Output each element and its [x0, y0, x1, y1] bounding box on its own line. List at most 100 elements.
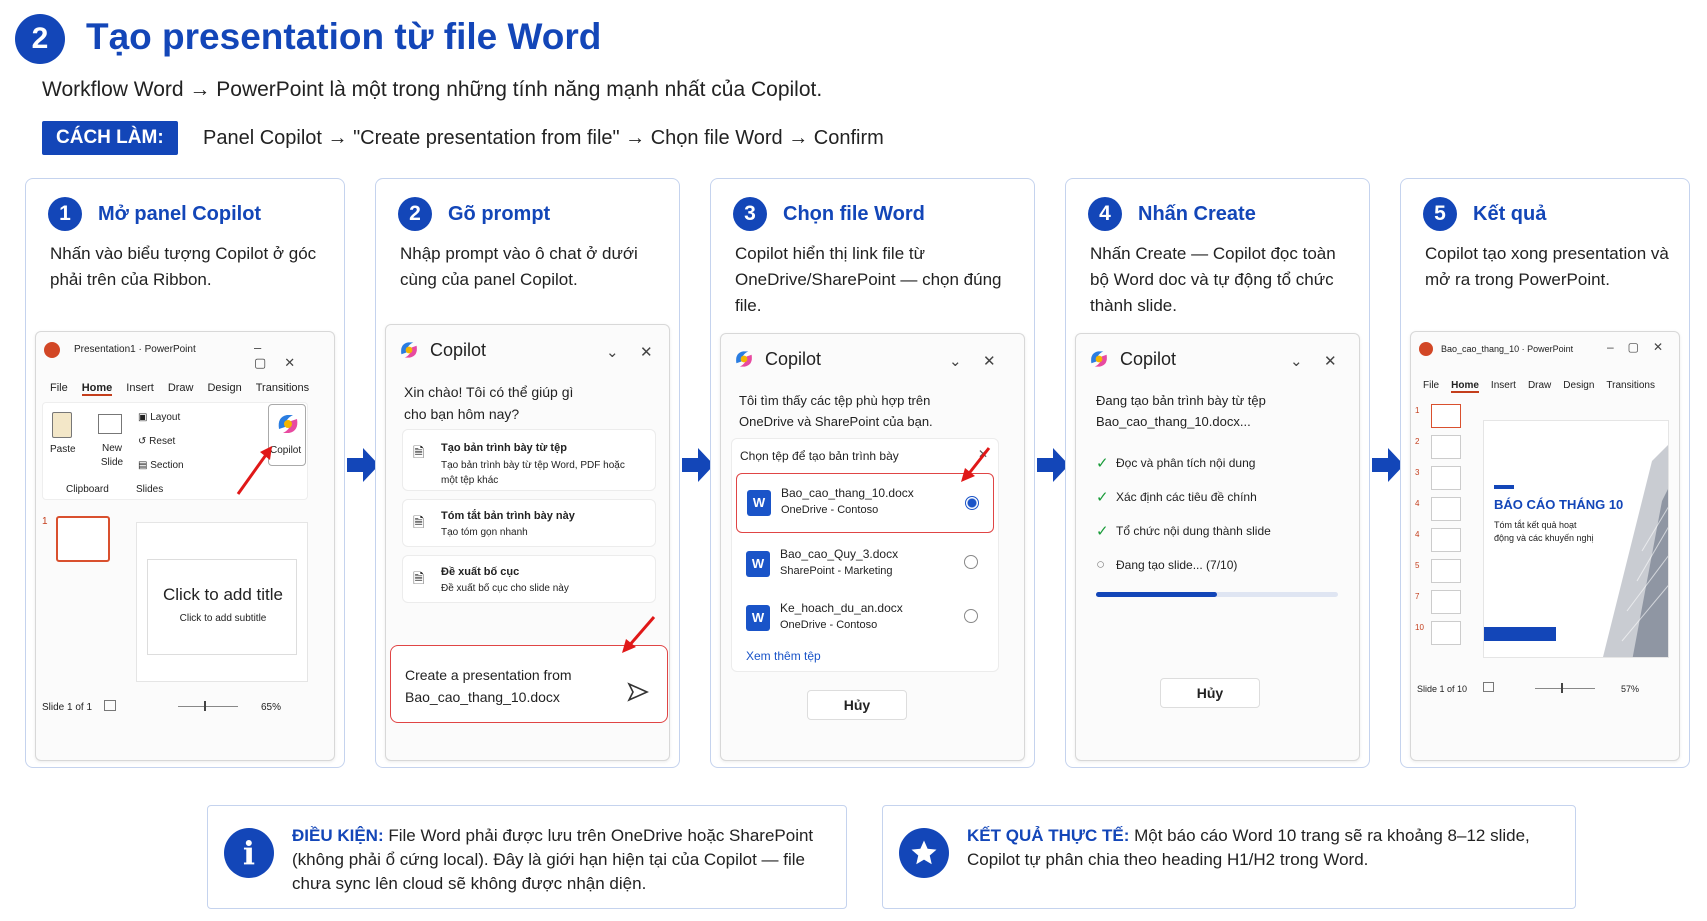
window-title: Presentation1 · PowerPoint	[74, 344, 196, 355]
new-slide-label[interactable]: New Slide	[94, 442, 130, 470]
tab-file[interactable]: File	[50, 382, 68, 396]
tab-insert[interactable]: Insert	[1491, 380, 1516, 393]
tab-home[interactable]: Home	[1451, 380, 1479, 393]
layout-button[interactable]: ▣ Layout	[138, 412, 180, 423]
step-description: Copilot hiển thị link file từ OneDrive/S…	[735, 244, 1002, 315]
slide-thumb-number: 7	[1415, 592, 1420, 601]
document-icon: 🗎	[413, 514, 425, 530]
cancel-button[interactable]: Hủy	[1160, 678, 1260, 708]
star-icon	[899, 828, 949, 878]
slide-thumb-number: 2	[1415, 437, 1420, 446]
powerpoint-window: Bao_cao_thang_10 · PowerPoint –▢✕ File H…	[1410, 331, 1680, 761]
reset-label: Reset	[149, 436, 176, 447]
slide-thumbnail[interactable]: 5	[1415, 559, 1465, 590]
task-label: Đọc và phân tích nội dung	[1116, 456, 1256, 470]
file-location: OneDrive - Contoso	[781, 504, 879, 516]
tab-transitions[interactable]: Transitions	[256, 382, 309, 396]
tab-design[interactable]: Design	[207, 382, 241, 396]
step-title: Nhấn Create	[1138, 202, 1256, 225]
zoom-slider[interactable]	[1535, 688, 1595, 689]
slide-thumb-image	[1431, 559, 1461, 583]
step-number: 2	[398, 197, 432, 231]
slides-group-label: Slides	[136, 484, 164, 495]
cancel-button[interactable]: Hủy	[807, 690, 907, 720]
slide-thumbnail[interactable]: 2	[1415, 435, 1465, 466]
close-icon[interactable]: ✕	[983, 352, 996, 370]
subtitle-placeholder[interactable]: Click to add subtitle	[137, 613, 309, 624]
slide-thumbnail[interactable]: 1	[1415, 404, 1465, 435]
file-row-selected[interactable]: W Bao_cao_thang_10.docx OneDrive - Conto…	[736, 473, 994, 533]
slide-thumbnail[interactable]: 4	[1415, 528, 1465, 559]
step-description: Nhập prompt vào ô chat ở dưới cùng của p…	[400, 244, 638, 289]
info-icon: i	[224, 828, 274, 878]
tab-transitions[interactable]: Transitions	[1606, 380, 1655, 393]
chevron-down-icon[interactable]: ⌄	[1290, 352, 1303, 370]
send-icon[interactable]	[627, 682, 649, 702]
task-item: ○ Đang tạo slide... (7/10)	[1096, 556, 1237, 573]
task-label: Xác định các tiêu đề chính	[1116, 490, 1257, 504]
slide-thumbnail[interactable]: 7	[1415, 590, 1465, 621]
slide-canvas[interactable]: BÁO CÁO THÁNG 10 Tóm tắt kết quả hoạt độ…	[1483, 420, 1669, 658]
window-title: Bao_cao_thang_10 · PowerPoint	[1441, 344, 1574, 354]
tab-file[interactable]: File	[1423, 380, 1439, 393]
note-label: KẾT QUẢ THỰC TẾ:	[967, 826, 1130, 845]
copilot-icon	[401, 342, 417, 358]
slide-thumbnail[interactable]: 3	[1415, 466, 1465, 497]
note-label: ĐIỀU KIỆN:	[292, 826, 384, 845]
slide-thumb-image	[1431, 497, 1461, 521]
section-button[interactable]: ▤ Section	[138, 460, 184, 471]
file-row[interactable]: W Ke_hoach_du_an.docx OneDrive - Contoso	[736, 593, 994, 647]
check-icon: ✓	[1096, 489, 1109, 506]
page-subtitle: Workflow Word → PowerPoint là một trong …	[42, 78, 823, 101]
tab-home[interactable]: Home	[81, 382, 113, 396]
window-controls[interactable]: –▢✕	[254, 340, 334, 371]
close-icon[interactable]: ✕	[1324, 352, 1337, 370]
slide-thumbnail[interactable]: 10	[1415, 621, 1465, 652]
word-file-icon: W	[746, 605, 770, 631]
zoom-slider[interactable]	[178, 706, 238, 707]
suggestion-title: Tạo bản trình bày từ tệp	[441, 442, 567, 454]
file-name: Bao_cao_thang_10.docx	[781, 486, 914, 500]
chevron-down-icon[interactable]: ⌄	[606, 343, 619, 361]
step-number: 5	[1423, 197, 1457, 231]
powerpoint-icon	[44, 342, 60, 358]
new-slide-icon[interactable]	[98, 414, 122, 434]
tab-insert[interactable]: Insert	[126, 382, 154, 396]
chevron-down-icon[interactable]: ⌄	[949, 352, 962, 370]
slide-thumbnail[interactable]	[56, 516, 110, 562]
window-controls[interactable]: –▢✕	[1607, 340, 1677, 354]
slide-title: BÁO CÁO THÁNG 10	[1494, 497, 1624, 512]
slide-thumb-number: 1	[1415, 406, 1420, 415]
zoom-slider-thumb[interactable]	[204, 701, 206, 711]
tab-design[interactable]: Design	[1563, 380, 1594, 393]
panel-title: Copilot	[765, 348, 822, 369]
slide-canvas[interactable]: Click to add title Click to add subtitle	[136, 522, 308, 682]
notes-icon[interactable]	[104, 700, 116, 711]
ribbon-tabs: File Home Insert Draw Design Transitions	[50, 382, 309, 396]
zoom-level: 65%	[261, 702, 282, 713]
radio[interactable]	[964, 555, 978, 569]
suggestion-desc: Đề xuất bố cục cho slide này	[441, 583, 569, 594]
tab-draw[interactable]: Draw	[1528, 380, 1551, 393]
step-description: Copilot tạo xong presentation và mở ra t…	[1425, 244, 1669, 289]
radio-selected[interactable]	[965, 496, 979, 510]
slide-subtitle: Tóm tắt kết quả hoạt động và các khuyến …	[1494, 520, 1594, 543]
zoom-slider-thumb[interactable]	[1561, 683, 1563, 693]
reset-button[interactable]: ↺ Reset	[138, 436, 175, 447]
radio[interactable]	[964, 609, 978, 623]
paste-icon[interactable]	[52, 412, 72, 438]
file-row[interactable]: W Bao_cao_Quy_3.docx SharePoint - Market…	[736, 539, 994, 593]
notes-icon[interactable]	[1483, 682, 1494, 692]
note-condition: i ĐIỀU KIỆN: File Word phải được lưu trê…	[207, 805, 847, 909]
suggestion-card-3[interactable]: 🗎 Đề xuất bố cục Đề xuất bố cục cho slid…	[402, 555, 656, 603]
tab-draw[interactable]: Draw	[168, 382, 194, 396]
close-icon[interactable]: ✕	[640, 343, 653, 361]
slide-thumbnail[interactable]: 4	[1415, 497, 1465, 528]
copilot-icon	[1091, 351, 1107, 367]
howto-label: CÁCH LÀM:	[42, 121, 178, 155]
see-more-files-link[interactable]: Xem thêm tệp	[746, 649, 821, 663]
title-placeholder[interactable]: Click to add title	[137, 585, 309, 605]
suggestion-card-2[interactable]: 🗎 Tóm tắt bản trình bày này Tạo tóm gọn …	[402, 499, 656, 547]
suggestion-card-1[interactable]: 🗎 Tạo bản trình bày từ tệp Tạo bản trình…	[402, 429, 656, 491]
paste-label[interactable]: Paste	[50, 444, 76, 455]
